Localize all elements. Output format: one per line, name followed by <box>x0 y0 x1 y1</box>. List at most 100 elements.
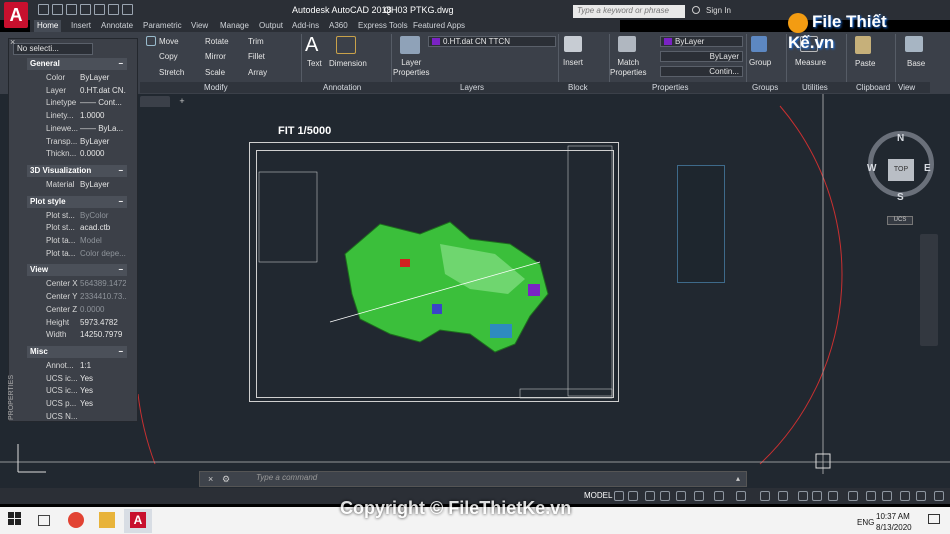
panel-title-modify[interactable]: Modify <box>204 82 228 93</box>
property-value[interactable]: 0.HT.dat CN... <box>80 86 126 95</box>
array-button[interactable]: Array <box>248 68 267 77</box>
selection-dropdown[interactable]: No selecti... <box>13 43 93 55</box>
tab-annotate[interactable]: Annotate <box>98 20 136 32</box>
group-icon[interactable] <box>751 36 767 52</box>
panel-title-view[interactable]: View <box>898 82 915 93</box>
property-value[interactable]: acad.ctb <box>80 223 126 232</box>
insert-block-icon[interactable] <box>564 36 582 52</box>
property-value[interactable]: ByLayer <box>80 73 126 82</box>
text-icon[interactable]: A <box>305 34 318 57</box>
status-toggle-icon[interactable] <box>848 491 858 501</box>
group-button[interactable]: Group <box>749 58 771 67</box>
tab-output[interactable]: Output <box>256 20 286 32</box>
status-toggle-icon[interactable] <box>798 491 808 501</box>
property-value[interactable]: ByLayer <box>80 137 126 146</box>
layer-properties-button[interactable]: Layer Properties <box>393 58 429 78</box>
command-input[interactable]: Type a command <box>256 473 317 482</box>
fillet-button[interactable]: Fillet <box>248 52 265 61</box>
collapse-icon[interactable]: − <box>118 264 123 276</box>
tab-featured-apps[interactable]: Featured Apps <box>410 20 468 32</box>
lineweight-dropdown[interactable]: Contin... <box>660 66 743 77</box>
search-icon[interactable] <box>692 6 700 14</box>
property-value[interactable]: ByLayer <box>80 180 126 189</box>
tab-view[interactable]: View <box>188 20 211 32</box>
property-value[interactable]: Yes <box>80 386 126 395</box>
status-toggle-icon[interactable] <box>866 491 876 501</box>
notification-icon[interactable] <box>928 514 940 524</box>
stretch-button[interactable]: Stretch <box>159 68 184 77</box>
language-indicator[interactable]: ENG <box>857 518 874 527</box>
compass-north[interactable]: N <box>897 133 904 144</box>
dimension-icon[interactable] <box>336 36 356 54</box>
search-input[interactable]: Type a keyword or phrase <box>573 5 685 18</box>
open-file-icon[interactable] <box>52 4 63 15</box>
close-icon[interactable]: × <box>208 474 213 484</box>
compass-south[interactable]: S <box>897 192 904 203</box>
property-value[interactable]: 0.0000 <box>80 149 126 158</box>
match-properties-button[interactable]: Match Properties <box>610 58 646 78</box>
property-value[interactable]: Yes <box>80 399 126 408</box>
plot-icon[interactable] <box>94 4 105 15</box>
panel-title-utilities[interactable]: Utilities <box>802 82 828 93</box>
panel-title-annotation[interactable]: Annotation <box>323 82 361 93</box>
navigation-bar[interactable] <box>920 234 938 346</box>
ucs-menu-button[interactable]: UCS <box>887 216 913 225</box>
autocad-app-button[interactable]: A <box>4 2 28 28</box>
windows-start-icon[interactable] <box>8 512 24 528</box>
close-icon[interactable]: × <box>10 37 15 47</box>
panel-title-clipboard[interactable]: Clipboard <box>856 82 890 93</box>
compass-west[interactable]: W <box>867 163 876 174</box>
status-toggle-icon[interactable] <box>882 491 892 501</box>
match-properties-icon[interactable] <box>618 36 636 52</box>
redo-icon[interactable] <box>122 4 133 15</box>
panel-title-block[interactable]: Block <box>568 82 588 93</box>
tab-manage[interactable]: Manage <box>217 20 252 32</box>
panel-title-properties[interactable]: Properties <box>652 82 688 93</box>
property-value[interactable]: Color depe... <box>80 249 126 258</box>
property-value[interactable]: 2334410.73... <box>80 292 126 301</box>
section-plot-style[interactable]: Plot style − <box>27 195 127 208</box>
compass-east[interactable]: E <box>924 163 931 174</box>
autocad-icon[interactable]: A <box>130 512 146 528</box>
linetype-dropdown[interactable]: ByLayer <box>660 51 743 62</box>
clock-time[interactable]: 10:37 AM <box>876 512 910 521</box>
save-icon[interactable] <box>66 4 77 15</box>
file-explorer-icon[interactable] <box>99 512 115 528</box>
paste-button[interactable]: Paste <box>855 59 875 68</box>
tab-add-ins[interactable]: Add-ins <box>289 20 322 32</box>
section-view[interactable]: View − <box>27 264 127 277</box>
tab-parametric[interactable]: Parametric <box>140 20 185 32</box>
base-button[interactable]: Base <box>907 59 925 68</box>
chevron-up-icon[interactable]: ▴ <box>736 474 740 483</box>
clock-date[interactable]: 8/13/2020 <box>876 523 912 532</box>
collapse-icon[interactable]: − <box>118 58 123 70</box>
status-toggle-icon[interactable] <box>660 491 670 501</box>
sign-in-button[interactable]: Sign In <box>706 6 731 15</box>
status-toggle-icon[interactable] <box>812 491 822 501</box>
move-button[interactable]: Move <box>159 37 179 46</box>
undo-icon[interactable] <box>108 4 119 15</box>
tab-insert[interactable]: Insert <box>68 20 94 32</box>
new-file-icon[interactable] <box>38 4 49 15</box>
wrench-icon[interactable]: ⚙ <box>222 474 230 485</box>
status-toggle-icon[interactable] <box>934 491 944 501</box>
property-value[interactable]: 1.0000 <box>80 111 126 120</box>
layer-properties-icon[interactable] <box>400 36 420 54</box>
section-general[interactable]: General − <box>27 58 127 70</box>
property-value[interactable]: 0.0000 <box>80 305 126 314</box>
insert-button[interactable]: Insert <box>563 58 583 67</box>
status-toggle-icon[interactable] <box>628 491 638 501</box>
rotate-button[interactable]: Rotate <box>205 37 229 46</box>
status-toggle-icon[interactable] <box>714 491 724 501</box>
property-value[interactable]: 14250.7979 <box>80 330 126 339</box>
mirror-button[interactable]: Mirror <box>205 52 226 61</box>
status-toggle-icon[interactable] <box>778 491 788 501</box>
panel-title-layers[interactable]: Layers <box>460 82 484 93</box>
dimension-button[interactable]: Dimension <box>329 59 367 68</box>
text-button[interactable]: Text <box>307 59 322 68</box>
collapse-icon[interactable]: − <box>118 165 123 177</box>
status-toggle-icon[interactable] <box>676 491 686 501</box>
status-toggle-icon[interactable] <box>614 491 624 501</box>
status-toggle-icon[interactable] <box>900 491 910 501</box>
save-as-icon[interactable] <box>80 4 91 15</box>
